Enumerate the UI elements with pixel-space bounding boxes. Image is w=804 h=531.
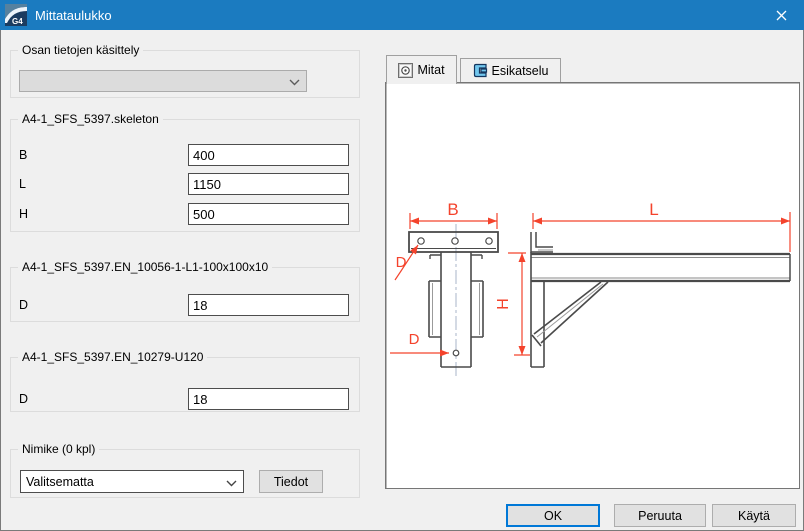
tab-label: Esikatselu: [492, 64, 549, 78]
preview-drawing-area: B D D: [385, 82, 800, 489]
dim-label-l: L: [649, 200, 658, 219]
tab-label: Mitat: [417, 63, 444, 77]
b-input[interactable]: [188, 144, 349, 166]
field-label-d2: D: [19, 388, 28, 410]
d1-input[interactable]: [188, 294, 349, 316]
tab-mitat[interactable]: Mitat: [386, 55, 457, 84]
close-icon: [776, 10, 787, 21]
bracket-drawing-svg: B D D: [387, 84, 800, 489]
part-data-combobox[interactable]: [19, 70, 307, 92]
field-label-b: B: [19, 144, 27, 166]
tab-esikatselu[interactable]: Esikatselu: [460, 58, 561, 82]
kayta-button[interactable]: Käytä: [712, 504, 796, 527]
tiedot-button[interactable]: Tiedot: [259, 470, 323, 493]
group-part-data-handling: Osan tietojen käsittely: [10, 50, 360, 98]
peruuta-button[interactable]: Peruuta: [614, 504, 706, 527]
field-label-l: L: [19, 173, 26, 195]
group-label: A4-1_SFS_5397.skeleton: [18, 112, 163, 126]
group-label: A4-1_SFS_5397.EN_10056-1-L1-100x100x10: [18, 260, 272, 274]
combobox-value: Valitsematta: [26, 475, 94, 489]
dim-label-d-top: D: [396, 254, 407, 271]
dim-label-b: B: [447, 200, 458, 219]
dim-label-h: H: [495, 298, 512, 310]
d2-input[interactable]: [188, 388, 349, 410]
chevron-down-icon: [289, 79, 300, 86]
title-bar: G4 Mittataulukko: [0, 0, 804, 30]
field-label-d1: D: [19, 294, 28, 316]
close-button[interactable]: [758, 0, 804, 30]
svg-text:G4: G4: [12, 17, 23, 26]
dim-label-d-bottom: D: [409, 331, 420, 348]
group-skeleton: A4-1_SFS_5397.skeleton B L H: [10, 119, 360, 232]
ok-button[interactable]: OK: [506, 504, 600, 527]
chevron-down-icon: [226, 480, 237, 487]
nimike-combobox[interactable]: Valitsematta: [20, 470, 244, 493]
group-en-10279: A4-1_SFS_5397.EN_10279-U120 D: [10, 357, 360, 412]
dimension-target-icon: [398, 63, 413, 78]
field-label-h: H: [19, 203, 28, 225]
l-input[interactable]: [188, 173, 349, 195]
group-label: Osan tietojen käsittely: [18, 43, 143, 57]
g4-logo-icon: G4: [5, 4, 27, 26]
h-input[interactable]: [188, 203, 349, 225]
preview-logo-icon: [473, 63, 488, 78]
group-en-10056: A4-1_SFS_5397.EN_10056-1-L1-100x100x10 D: [10, 267, 360, 322]
group-label: A4-1_SFS_5397.EN_10279-U120: [18, 350, 207, 364]
mittataulukko-dialog: G4 Mittataulukko Osan tietojen käsittely…: [0, 0, 804, 531]
group-nimike: Nimike (0 kpl) Valitsematta Tiedot: [10, 449, 360, 498]
window-title: Mittataulukko: [35, 8, 112, 23]
group-label: Nimike (0 kpl): [18, 442, 99, 456]
